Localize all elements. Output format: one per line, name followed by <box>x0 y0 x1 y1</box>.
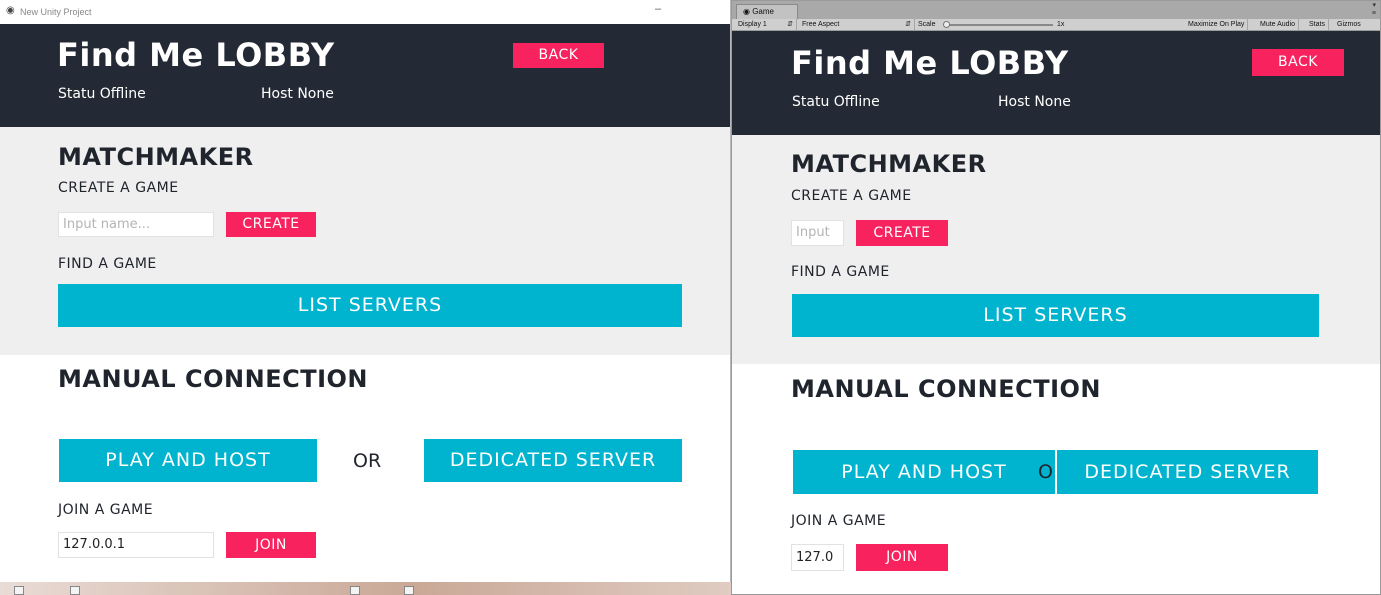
create-game-heading: CREATE A GAME <box>58 180 179 196</box>
window-title: New Unity Project <box>20 7 92 17</box>
host-status: Host None <box>998 94 1071 110</box>
desktop-file-icon <box>14 586 24 595</box>
join-button[interactable]: JOIN <box>856 544 948 571</box>
dedicated-server-button[interactable]: DEDICATED SERVER <box>424 439 682 482</box>
list-servers-button[interactable]: LIST SERVERS <box>792 294 1319 337</box>
create-button[interactable]: CREATE <box>856 220 948 246</box>
matchmaker-section: MATCHMAKER CREATE A GAME Input name... C… <box>0 127 730 355</box>
lobby-title: Find Me LOBBY <box>57 36 335 74</box>
game-tab[interactable]: ◉ Game <box>736 4 798 19</box>
stats-toggle[interactable]: Stats <box>1306 19 1329 30</box>
desktop-file-icon <box>404 586 414 595</box>
scale-slider-handle[interactable] <box>943 21 950 28</box>
matchmaker-section: MATCHMAKER CREATE A GAME Input CREATE FI… <box>732 135 1380 364</box>
mute-audio-toggle[interactable]: Mute Audio <box>1257 19 1300 30</box>
join-game-heading: JOIN A GAME <box>58 502 154 518</box>
desktop-file-icon <box>70 586 80 595</box>
display-dropdown[interactable]: Display 1 ⇵ <box>735 19 797 30</box>
join-game-heading: JOIN A GAME <box>791 513 887 529</box>
join-button[interactable]: JOIN <box>226 532 316 558</box>
manual-connection-heading: MANUAL CONNECTION <box>58 365 368 393</box>
matchmaker-heading: MATCHMAKER <box>58 143 254 171</box>
minimize-button[interactable]: – <box>655 3 661 15</box>
game-name-input[interactable]: Input name... <box>58 212 214 237</box>
window-titlebar[interactable]: ◉ New Unity Project – <box>0 0 730 24</box>
dedicated-server-button[interactable]: DEDICATED SERVER <box>1057 450 1318 494</box>
ip-address-input[interactable]: 127.0.0.1 <box>58 532 214 558</box>
manual-connection-section: MANUAL CONNECTION PLAY AND HOST OR DEDIC… <box>0 355 730 582</box>
maximize-on-play-toggle[interactable]: Maximize On Play <box>1185 19 1249 30</box>
host-status: Host None <box>261 86 334 102</box>
manual-connection-section: MANUAL CONNECTION PLAY AND HOST O DEDICA… <box>732 364 1380 594</box>
create-button[interactable]: CREATE <box>226 212 316 237</box>
game-tab-label: Game <box>752 7 774 16</box>
standalone-game-window: ◉ New Unity Project – Find Me LOBBY BACK… <box>0 0 731 582</box>
game-view-toolbar: Display 1 ⇵ Free Aspect ⇵ Scale 1x Maximiz… <box>732 19 1380 31</box>
play-and-host-button[interactable]: PLAY AND HOST <box>59 439 317 482</box>
scale-value: 1x <box>1057 21 1065 28</box>
scale-slider-track[interactable] <box>945 24 1053 26</box>
lobby-screen: Find Me LOBBY BACK Statu Offline Host No… <box>732 31 1380 594</box>
desktop-file-icon <box>350 586 360 595</box>
create-game-heading: CREATE A GAME <box>791 188 912 204</box>
dropdown-arrow-icon: ⇵ <box>787 21 793 28</box>
unity-logo-icon: ◉ <box>6 5 15 16</box>
editor-tab-bar: ◉ Game ▾ ≡ <box>732 1 1380 19</box>
lobby-screen: Find Me LOBBY BACK Statu Offline Host No… <box>0 24 730 582</box>
gizmos-dropdown[interactable]: Gizmos <box>1334 19 1364 30</box>
lobby-title: Find Me LOBBY <box>791 44 1069 82</box>
or-label: OR <box>353 450 382 472</box>
find-game-heading: FIND A GAME <box>58 256 157 272</box>
find-game-heading: FIND A GAME <box>791 264 890 280</box>
aspect-dropdown[interactable]: Free Aspect ⇵ <box>799 19 915 30</box>
game-name-input[interactable]: Input <box>791 220 844 246</box>
game-view-icon: ◉ <box>743 7 753 16</box>
ip-address-input[interactable]: 127.0 <box>791 544 844 571</box>
matchmaker-heading: MATCHMAKER <box>791 150 987 178</box>
connection-status: Statu Offline <box>58 86 146 102</box>
list-servers-button[interactable]: LIST SERVERS <box>58 284 682 327</box>
lobby-header: Find Me LOBBY BACK Statu Offline Host No… <box>732 31 1380 135</box>
scale-label: Scale <box>918 21 936 28</box>
lobby-header: Find Me LOBBY BACK Statu Offline Host No… <box>0 24 730 127</box>
play-and-host-button[interactable]: PLAY AND HOST <box>793 450 1055 494</box>
manual-connection-heading: MANUAL CONNECTION <box>791 375 1101 403</box>
dropdown-arrow-icon: ⇵ <box>905 21 911 28</box>
or-label: O <box>1038 461 1053 483</box>
back-button[interactable]: BACK <box>513 43 604 68</box>
editor-game-view: ◉ Game ▾ ≡ Display 1 ⇵ Free Aspect ⇵ Scale … <box>731 0 1381 595</box>
back-button[interactable]: BACK <box>1252 49 1344 76</box>
editor-window-controls[interactable]: ▾ ≡ <box>1372 2 1376 18</box>
connection-status: Statu Offline <box>792 94 880 110</box>
